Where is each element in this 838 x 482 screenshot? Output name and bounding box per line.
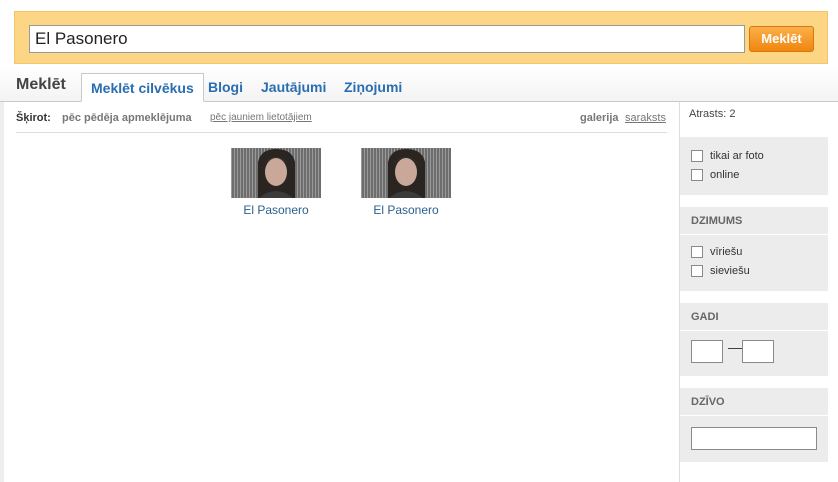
filter-label: online <box>710 169 740 181</box>
avatar[interactable] <box>361 148 451 198</box>
tab-messages[interactable]: Ziņojumi <box>344 73 402 102</box>
sort-by-last-visit: pēc pēdēja apmeklējuma <box>62 112 192 124</box>
gender-label: sieviešu <box>710 265 750 277</box>
age-panel: GADI — <box>680 303 828 376</box>
avatar[interactable] <box>231 148 321 198</box>
filter-label: tikai ar foto <box>710 150 764 162</box>
results-count: Atrasts: 2 <box>689 108 736 120</box>
filter-panel: tikai ar foto online <box>680 137 828 195</box>
age-separator: — <box>728 339 742 355</box>
filter-online[interactable]: online <box>691 168 739 182</box>
female-checkbox[interactable] <box>691 265 703 278</box>
sort-divider <box>16 132 667 133</box>
sort-bar: Šķirot: pēc pēdēja apmeklējuma pēc jauni… <box>16 112 667 126</box>
gender-label: vīriešu <box>710 246 743 258</box>
gender-title: DZIMUMS <box>680 207 828 235</box>
male-checkbox[interactable] <box>691 246 703 259</box>
tab-questions[interactable]: Jautājumi <box>261 73 326 102</box>
photo-only-checkbox[interactable] <box>691 150 703 163</box>
sort-by-new-users-link[interactable]: pēc jauniem lietotājiem <box>210 112 312 123</box>
city-title: DZĪVO <box>680 388 828 416</box>
gender-female[interactable]: sieviešu <box>691 264 750 278</box>
result-card[interactable]: El Pasonero <box>356 148 456 217</box>
result-card[interactable]: El Pasonero <box>226 148 326 217</box>
city-panel: DZĪVO <box>680 388 828 462</box>
search-input[interactable] <box>29 25 745 53</box>
gender-panel: DZIMUMS vīriešu sieviešu <box>680 207 828 291</box>
tab-search-people[interactable]: Meklēt cilvēkus <box>81 73 204 102</box>
result-name[interactable]: El Pasonero <box>226 203 326 217</box>
age-from-input[interactable] <box>691 340 723 363</box>
result-name[interactable]: El Pasonero <box>356 203 456 217</box>
city-input[interactable] <box>691 427 817 450</box>
online-checkbox[interactable] <box>691 169 703 182</box>
tab-blogs[interactable]: Blogi <box>208 73 243 102</box>
gender-male[interactable]: vīriešu <box>691 245 742 259</box>
view-list-link[interactable]: saraksts <box>625 112 666 124</box>
page-title: Meklēt <box>16 76 66 93</box>
left-border <box>0 102 4 482</box>
age-title: GADI <box>680 303 828 331</box>
search-button[interactable]: Meklēt <box>749 26 814 52</box>
view-gallery: galerija <box>580 112 619 124</box>
search-bar: Meklēt <box>14 11 828 64</box>
sort-label: Šķirot: <box>16 112 51 124</box>
filter-photo-only[interactable]: tikai ar foto <box>691 149 764 163</box>
age-to-input[interactable] <box>742 340 774 363</box>
